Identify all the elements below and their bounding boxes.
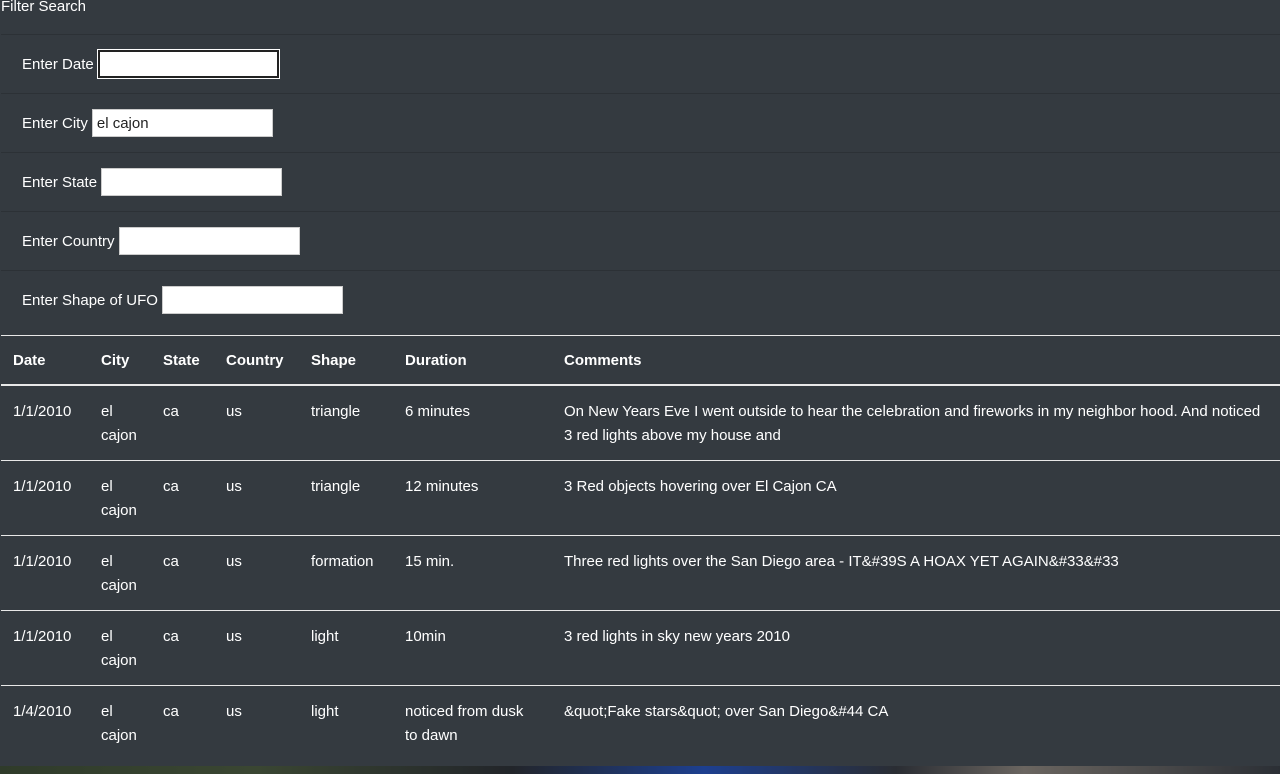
col-header-country: Country: [214, 336, 299, 386]
state-input[interactable]: [101, 168, 283, 196]
ufo-table-wrap: Date City State Country Shape Duration C…: [1, 335, 1280, 760]
cell-state: ca: [151, 460, 214, 536]
col-header-comments: Comments: [552, 336, 1280, 386]
background-image-strip: [0, 766, 1280, 774]
table-row: 1/4/2010 el cajon ca us light noticed fr…: [1, 686, 1280, 761]
country-label: Enter Country: [22, 232, 115, 250]
cell-country: us: [214, 460, 299, 536]
cell-date: 1/1/2010: [1, 535, 89, 611]
cell-comments: On New Years Eve I went outside to hear …: [552, 385, 1280, 461]
cell-shape: triangle: [299, 460, 393, 536]
cell-city: el cajon: [89, 610, 151, 686]
cell-comments: 3 red lights in sky new years 2010: [552, 610, 1280, 686]
col-header-duration: Duration: [393, 336, 552, 386]
table-row: 1/1/2010 el cajon ca us triangle 12 minu…: [1, 460, 1280, 536]
date-label: Enter Date: [22, 55, 94, 73]
cell-date: 1/1/2010: [1, 385, 89, 461]
cell-country: us: [214, 610, 299, 686]
cell-comments: &quot;Fake stars&quot; over San Diego&#4…: [564, 703, 889, 720]
cell-state: ca: [163, 703, 179, 720]
table-row: 1/1/2010 el cajon ca us triangle 6 minut…: [1, 385, 1280, 461]
cell-state: ca: [151, 385, 214, 461]
cell-duration: 12 minutes: [393, 460, 552, 536]
col-header-city: City: [89, 336, 151, 386]
filter-list: Enter Date Enter City Enter State Enter …: [1, 34, 1280, 329]
cell-shape: triangle: [299, 385, 393, 461]
cell-shape: light: [311, 703, 339, 720]
cell-city: el cajon: [89, 460, 151, 536]
cell-duration: 15 min.: [393, 535, 552, 611]
country-input[interactable]: [118, 227, 300, 255]
state-label: Enter State: [22, 173, 98, 191]
cell-city: el cajon: [89, 385, 151, 461]
filter-row-date: Enter Date: [1, 34, 1280, 93]
col-header-date: Date: [1, 336, 89, 386]
cell-shape: light: [299, 610, 393, 686]
col-header-state: State: [151, 336, 214, 386]
filter-search-title: Filter Search: [1, 0, 87, 15]
app-root: Filter Search Enter Date Enter City Ente…: [0, 0, 1280, 774]
city-input[interactable]: [91, 109, 273, 137]
shape-input[interactable]: [161, 286, 343, 314]
cell-duration: noticed from dusk to dawn: [405, 703, 524, 744]
cell-comments: Three red lights over the San Diego area…: [552, 535, 1280, 611]
filter-row-shape: Enter Shape of UFO: [1, 270, 1280, 329]
ufo-table: Date City State Country Shape Duration C…: [1, 336, 1280, 760]
cell-date: 1/4/2010: [13, 703, 72, 720]
cell-shape: formation: [299, 535, 393, 611]
table-row: 1/1/2010 el cajon ca us light 10min 3 re…: [1, 610, 1280, 686]
cell-country: us: [214, 535, 299, 611]
date-input[interactable]: [97, 50, 279, 78]
cell-date: 1/1/2010: [1, 460, 89, 536]
filter-row-city: Enter City: [1, 93, 1280, 152]
cell-country: us: [226, 703, 242, 720]
table-header-row: Date City State Country Shape Duration C…: [1, 336, 1280, 386]
cell-duration: 6 minutes: [393, 385, 552, 461]
cell-state: ca: [151, 535, 214, 611]
cell-city: el cajon: [101, 703, 137, 744]
shape-label: Enter Shape of UFO: [22, 291, 158, 309]
cell-duration: 10min: [393, 610, 552, 686]
cell-comments: 3 Red objects hovering over El Cajon CA: [552, 460, 1280, 536]
cell-state: ca: [151, 610, 214, 686]
table-row: 1/1/2010 el cajon ca us formation 15 min…: [1, 535, 1280, 611]
col-header-shape: Shape: [299, 336, 393, 386]
city-label: Enter City: [22, 114, 88, 132]
cell-city: el cajon: [89, 535, 151, 611]
filter-row-country: Enter Country: [1, 211, 1280, 270]
cell-date: 1/1/2010: [1, 610, 89, 686]
filter-row-state: Enter State: [1, 152, 1280, 211]
cell-country: us: [214, 385, 299, 461]
